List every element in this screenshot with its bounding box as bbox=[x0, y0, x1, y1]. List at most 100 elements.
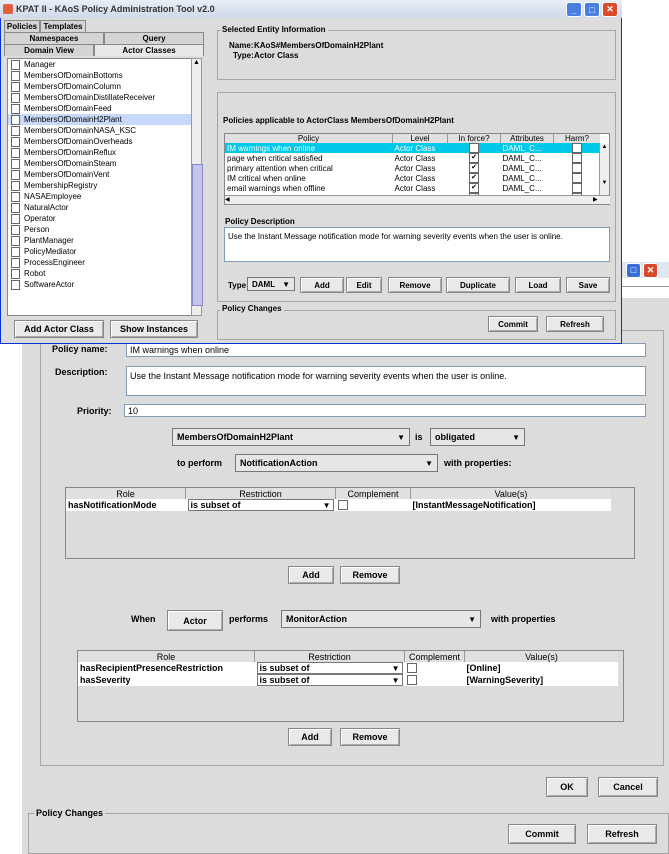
policy-add-button[interactable]: Add bbox=[300, 277, 344, 293]
tree-item[interactable]: MembersOfDomainH2Plant bbox=[8, 114, 191, 125]
tab-policies[interactable]: Policies bbox=[4, 20, 40, 32]
policy-name-input[interactable]: IM warnings when online bbox=[126, 343, 646, 357]
table1-restriction-cell[interactable]: is subset of ▼ bbox=[186, 499, 336, 511]
remove-button[interactable]: Remove bbox=[340, 566, 400, 584]
scroll-down-icon[interactable]: ▼ bbox=[600, 180, 609, 186]
policy-description-text[interactable]: Use the Instant Message notification mod… bbox=[224, 227, 610, 262]
tree-item[interactable]: SoftwareActor bbox=[8, 279, 191, 290]
checkmark-icon[interactable]: ✔ bbox=[469, 163, 479, 173]
kpat-refresh-button[interactable]: Refresh bbox=[546, 316, 604, 332]
tree-item[interactable]: Robot bbox=[8, 268, 191, 279]
kpat-commit-button[interactable]: Commit bbox=[488, 316, 538, 332]
tree-item[interactable]: MembersOfDomainColumn bbox=[8, 81, 191, 92]
tree-item[interactable]: ProcessEngineer bbox=[8, 257, 191, 268]
tree-item[interactable]: MembersOfDomainReflux bbox=[8, 147, 191, 158]
inforce-cell[interactable]: ✔ bbox=[448, 183, 501, 193]
policies-header-attributes[interactable]: Attributes bbox=[500, 134, 554, 143]
ok-button[interactable]: OK bbox=[546, 777, 588, 797]
inforce-cell[interactable]: ✔ bbox=[448, 143, 501, 153]
table1-header-restriction[interactable]: Restriction bbox=[185, 488, 336, 499]
tree-item[interactable]: Operator bbox=[8, 213, 191, 224]
policy-save-button[interactable]: Save bbox=[566, 277, 610, 293]
harm-checkbox[interactable] bbox=[571, 153, 582, 163]
tree-item[interactable]: MembersOfDomainNASA_KSC bbox=[8, 125, 191, 136]
harm-checkbox[interactable] bbox=[571, 143, 582, 153]
checkmark-icon[interactable]: ✔ bbox=[469, 173, 479, 183]
tree-item[interactable]: NaturalActor bbox=[8, 202, 191, 213]
tab-actor-classes[interactable]: Actor Classes bbox=[94, 44, 204, 56]
tree-item[interactable]: Person bbox=[8, 224, 191, 235]
harm-cell[interactable] bbox=[554, 143, 601, 153]
table2-complement-cell[interactable] bbox=[405, 662, 465, 674]
add-button-2[interactable]: Add bbox=[288, 728, 332, 746]
trigger-action-combo[interactable]: MonitorAction ▼ bbox=[281, 610, 481, 628]
policy-edit-button[interactable]: Edit bbox=[346, 277, 382, 293]
tree-item[interactable]: MembersOfDomainVent bbox=[8, 169, 191, 180]
minimize-icon[interactable]: _ bbox=[566, 2, 582, 17]
policies-vscroll[interactable]: ▲ ▼ bbox=[599, 144, 609, 196]
table-row[interactable]: email warnings when offline Actor Class ✔ D… bbox=[225, 183, 600, 193]
actor-class-tree[interactable]: Manager MembersOfDomainBottoms MembersOfDo… bbox=[7, 58, 192, 316]
table-row[interactable]: IM critical when online Actor Class ✔ DAML_… bbox=[225, 173, 600, 183]
policies-hscroll[interactable]: ◀ ▶ bbox=[225, 195, 610, 204]
modality-combo[interactable]: obligated ▼ bbox=[430, 428, 525, 446]
tree-item[interactable]: MembersOfDomainOverheads bbox=[8, 136, 191, 147]
harm-cell[interactable] bbox=[554, 183, 601, 193]
table2-header-complement[interactable]: Complement bbox=[404, 651, 465, 662]
close-icon[interactable]: ✕ bbox=[602, 2, 618, 17]
harm-checkbox[interactable] bbox=[571, 173, 582, 183]
tree-item[interactable]: Manager bbox=[8, 59, 191, 70]
harm-cell[interactable] bbox=[554, 173, 601, 183]
maximize-icon[interactable]: □ bbox=[584, 2, 600, 17]
scroll-right-icon[interactable]: ▶ bbox=[593, 196, 598, 203]
tree-item[interactable]: MembershipRegistry bbox=[8, 180, 191, 191]
harm-checkbox[interactable] bbox=[571, 183, 582, 193]
tree-item[interactable]: PolicyMediator bbox=[8, 246, 191, 257]
checkmark-icon[interactable]: ✔ bbox=[469, 183, 479, 193]
tree-scrollbar[interactable]: ▲ bbox=[191, 58, 203, 316]
table-row[interactable]: IM warnings when online Actor Class ✔ DAML_… bbox=[225, 143, 600, 153]
add-actor-class-button[interactable]: Add Actor Class bbox=[14, 320, 104, 338]
tree-item[interactable]: NASAEmployee bbox=[8, 191, 191, 202]
remove-button-2[interactable]: Remove bbox=[340, 728, 400, 746]
tab-namespaces[interactable]: Namespaces bbox=[4, 32, 104, 44]
action-combo[interactable]: NotificationAction ▼ bbox=[235, 454, 438, 472]
checkmark-icon[interactable]: ✔ bbox=[469, 153, 479, 163]
tree-item[interactable]: MembersOfDomainSteam bbox=[8, 158, 191, 169]
table1-header-complement[interactable]: Complement bbox=[335, 488, 411, 499]
priority-input[interactable]: 10 bbox=[124, 404, 646, 417]
complement-checkbox[interactable] bbox=[406, 663, 417, 674]
table2-header-restriction[interactable]: Restriction bbox=[254, 651, 405, 662]
scroll-thumb[interactable] bbox=[192, 164, 203, 306]
close-icon[interactable]: ✕ bbox=[643, 262, 658, 278]
kpat-titlebar[interactable]: KPAT II - KAoS Policy Administration Too… bbox=[0, 0, 622, 18]
tree-item[interactable]: MembersOfDomainDistillateReceiver bbox=[8, 92, 191, 103]
policies-header-policy[interactable]: Policy bbox=[225, 134, 393, 143]
commit-button[interactable]: Commit bbox=[508, 824, 576, 844]
tree-item[interactable]: PlantManager bbox=[8, 235, 191, 246]
complement-checkbox[interactable] bbox=[337, 500, 348, 511]
table1-header-role[interactable]: Role bbox=[66, 488, 186, 499]
table-row[interactable]: hasSeverity is subset of ▼ [WarningSeveri… bbox=[78, 674, 618, 686]
actor-button[interactable]: Actor bbox=[167, 610, 223, 631]
policies-header-level[interactable]: Level bbox=[392, 134, 448, 143]
table2-restriction-cell[interactable]: is subset of ▼ bbox=[255, 662, 405, 674]
table2-header-role[interactable]: Role bbox=[78, 651, 255, 662]
maximize-icon[interactable]: □ bbox=[626, 262, 641, 278]
complement-checkbox[interactable] bbox=[406, 675, 417, 686]
policy-remove-button[interactable]: Remove bbox=[388, 277, 442, 293]
table2-restriction-cell[interactable]: is subset of ▼ bbox=[255, 674, 405, 686]
type-combo[interactable]: DAML ▼ bbox=[247, 277, 295, 291]
scroll-up-icon[interactable]: ▲ bbox=[192, 59, 201, 69]
inforce-cell[interactable]: ✔ bbox=[448, 153, 501, 163]
subject-combo[interactable]: MembersOfDomainH2Plant ▼ bbox=[172, 428, 410, 446]
table-row[interactable]: page when critical satisfied Actor Class ✔… bbox=[225, 153, 600, 163]
tree-item[interactable]: MembersOfDomainFeed bbox=[8, 103, 191, 114]
inforce-cell[interactable]: ✔ bbox=[448, 163, 501, 173]
table2-complement-cell[interactable] bbox=[405, 674, 465, 686]
policies-header-harm[interactable]: Harm? bbox=[554, 134, 601, 143]
inforce-cell[interactable]: ✔ bbox=[448, 173, 501, 183]
table-row[interactable]: hasNotificationMode is subset of ▼ [Insta… bbox=[66, 499, 611, 511]
tab-query[interactable]: Query bbox=[104, 32, 204, 44]
tree-item[interactable]: MembersOfDomainBottoms bbox=[8, 70, 191, 81]
